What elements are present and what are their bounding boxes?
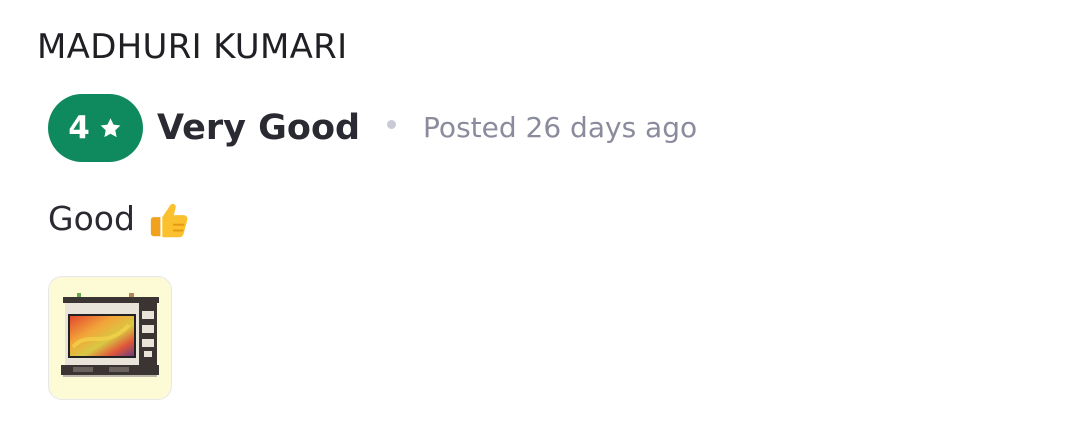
separator-dot (387, 119, 397, 129)
posted-date: Posted 26 days ago (423, 111, 698, 144)
thumbs-up-icon (150, 203, 188, 238)
rating-row: 4 Very Good Posted 26 days ago (48, 94, 697, 162)
rating-value: 4 (68, 109, 90, 146)
rating-label: Very Good (157, 108, 361, 148)
review-image[interactable] (48, 276, 172, 400)
rating-badge: 4 (48, 94, 143, 162)
review-text: Good (48, 199, 135, 238)
review-body: Good (48, 196, 193, 242)
reviewer-name: MADHURI KUMARI (37, 27, 348, 67)
star-icon (100, 117, 121, 137)
tv-unit-photo (61, 293, 159, 377)
